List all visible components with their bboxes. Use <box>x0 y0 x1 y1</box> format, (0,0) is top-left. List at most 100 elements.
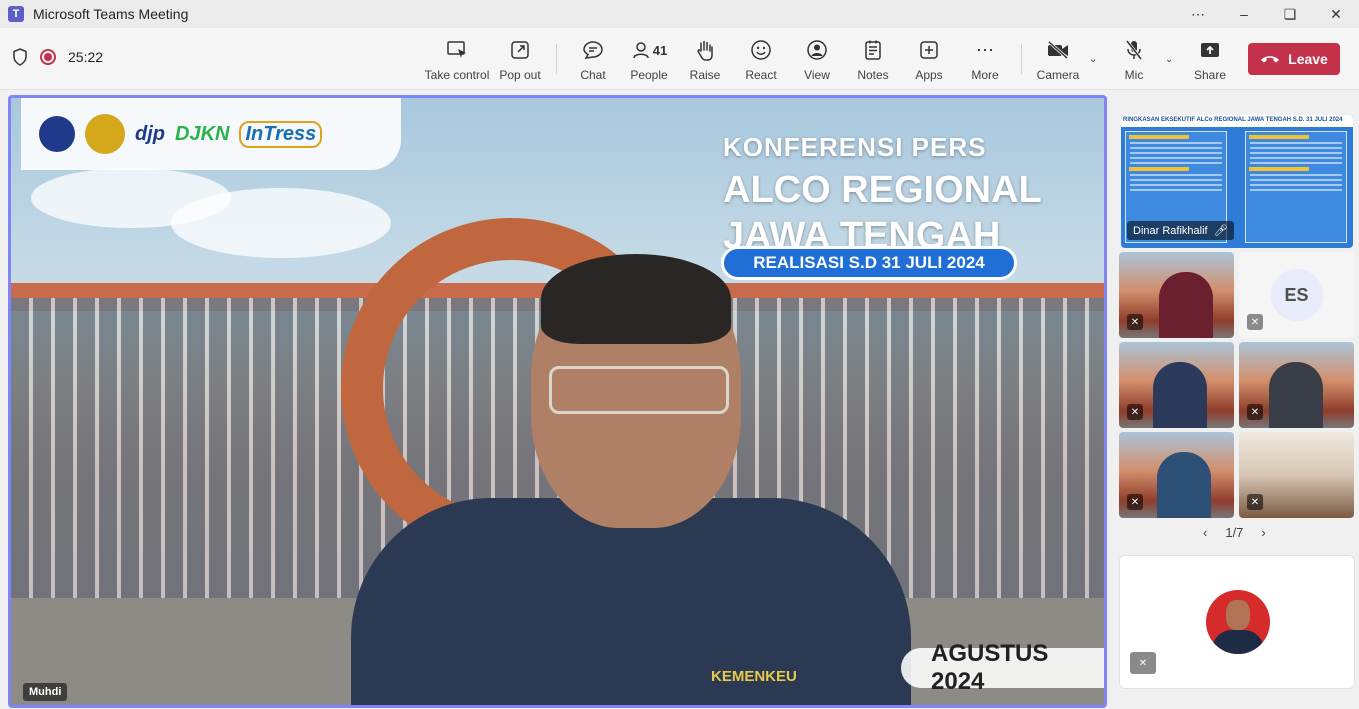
headline-small: KONFERENSI PERS <box>723 132 987 162</box>
kemenkeu-emblem-icon <box>39 116 75 152</box>
slide-column <box>1245 131 1347 243</box>
notes-icon <box>863 38 883 62</box>
self-view-tile[interactable]: ✕ <box>1119 555 1355 689</box>
smiley-icon <box>750 38 772 62</box>
date-banner: AGUSTUS 2024 <box>901 640 1104 695</box>
mic-off-icon: 🎤︎ <box>1213 225 1228 237</box>
window-title: Microsoft Teams Meeting <box>33 6 189 22</box>
pop-out-icon <box>510 38 530 62</box>
treasury-emblem-icon <box>85 114 125 154</box>
speaker-name-tag: Muhdi <box>23 683 68 701</box>
speaker-glasses <box>549 366 729 414</box>
title-bar: T Microsoft Teams Meeting ⋯ – ❏ ✕ <box>0 0 1359 28</box>
camera-button[interactable]: Camera <box>1028 38 1088 84</box>
take-control-label: Take control <box>424 68 490 82</box>
next-page-chevron-icon[interactable]: › <box>1261 525 1265 540</box>
share-icon <box>1199 38 1221 62</box>
camera-off-icon <box>1046 38 1070 62</box>
mic-off-icon <box>1124 38 1144 62</box>
people-button[interactable]: 41 People <box>619 38 679 84</box>
more-options-icon[interactable]: ⋯ <box>1175 0 1221 28</box>
view-icon <box>806 38 828 62</box>
notes-button[interactable]: Notes <box>843 38 903 84</box>
view-button[interactable]: View <box>787 38 847 84</box>
share-label: Share <box>1193 68 1227 82</box>
mic-off-icon: ✕ <box>1247 314 1263 330</box>
participant-name-tag: Dinar Rafikhalif 🎤︎ <box>1127 221 1234 240</box>
participant-avatar-tile[interactable]: ES ✕ <box>1239 252 1354 338</box>
teams-app-icon: T <box>8 6 24 22</box>
share-button[interactable]: Share <box>1180 38 1240 84</box>
pop-out-label: Pop out <box>499 68 541 82</box>
gallery-pager: ‹ 1/7 › <box>1203 525 1266 540</box>
hang-up-icon <box>1261 56 1280 63</box>
shared-content-tile[interactable]: RINGKASAN EKSEKUTIF ALCo REGIONAL JAWA T… <box>1121 115 1353 248</box>
meeting-stage: djp DJKN InTress KONFERENSI PERS ALCO RE… <box>0 91 1359 709</box>
apps-label: Apps <box>915 68 943 82</box>
speaker-hair <box>541 254 731 344</box>
take-control-icon <box>446 38 468 62</box>
mic-label: Mic <box>1124 68 1144 82</box>
minimize-button[interactable]: – <box>1221 0 1267 28</box>
more-dots-icon: ⋯ <box>976 39 994 60</box>
shared-slide-title: RINGKASAN EKSEKUTIF ALCo REGIONAL JAWA T… <box>1121 115 1353 127</box>
previous-page-chevron-icon[interactable]: ‹ <box>1203 525 1207 540</box>
chat-label: Chat <box>580 68 606 82</box>
mic-button[interactable]: Mic <box>1104 38 1164 84</box>
close-button[interactable]: ✕ <box>1313 0 1359 28</box>
chat-button[interactable]: Chat <box>563 38 623 84</box>
intress-logo: InTress <box>239 120 323 148</box>
pop-out-button[interactable]: Pop out <box>490 38 550 84</box>
djp-logo: djp <box>135 122 165 145</box>
more-button[interactable]: ⋯ More <box>955 38 1015 84</box>
participant-room-tile[interactable]: ✕ <box>1239 432 1354 518</box>
leave-button[interactable]: Leave <box>1248 43 1340 75</box>
toolbar-divider <box>1021 44 1022 74</box>
background-cloud <box>171 188 391 258</box>
logo-panel: djp DJKN InTress <box>21 98 401 170</box>
participant-video-tile[interactable]: ✕ <box>1119 342 1234 428</box>
raise-hand-button[interactable]: Raise <box>675 38 735 84</box>
page-indicator: 1/7 <box>1225 525 1244 540</box>
participant-video-tile[interactable]: ✕ <box>1119 252 1234 338</box>
mic-options-chevron-icon[interactable]: ⌄ <box>1165 54 1173 65</box>
raise-hand-icon <box>695 38 715 62</box>
camera-label: Camera <box>1036 68 1080 82</box>
speaker-person: KEMENKEU <box>351 254 911 705</box>
mic-off-icon: ✕ <box>1247 404 1263 420</box>
headline: KONFERENSI PERS ALCO REGIONAL JAWA TENGA… <box>723 132 1042 255</box>
mic-off-icon: ✕ <box>1130 652 1156 674</box>
take-control-button[interactable]: Take control <box>424 38 490 84</box>
meeting-status: 25:22 <box>12 48 103 66</box>
react-label: React <box>745 68 777 82</box>
main-video-tile[interactable]: djp DJKN InTress KONFERENSI PERS ALCO RE… <box>8 95 1107 708</box>
participant-name: Dinar Rafikhalif <box>1133 224 1208 237</box>
leave-label: Leave <box>1288 51 1328 67</box>
participant-video-tile[interactable]: ✕ <box>1239 342 1354 428</box>
people-icon: 41 <box>631 38 667 62</box>
add-apps-icon <box>919 38 939 62</box>
meeting-timer: 25:22 <box>68 49 104 65</box>
window-controls: ⋯ – ❏ ✕ <box>1175 0 1359 28</box>
speaker-shirt <box>351 498 911 705</box>
participant-video-tile[interactable]: ✕ <box>1119 432 1234 518</box>
shield-icon[interactable] <box>12 48 28 66</box>
participant-panel: RINGKASAN EKSEKUTIF ALCo REGIONAL JAWA T… <box>1115 91 1359 709</box>
apps-button[interactable]: Apps <box>899 38 959 84</box>
more-label: More <box>971 68 999 82</box>
mic-off-icon: ✕ <box>1247 494 1263 510</box>
shirt-logo-text: KEMENKEU <box>711 668 797 685</box>
view-label: View <box>804 68 830 82</box>
participant-person <box>1157 452 1211 518</box>
maximize-button[interactable]: ❏ <box>1267 0 1313 28</box>
react-button[interactable]: React <box>731 38 791 84</box>
recording-icon <box>40 49 56 65</box>
people-label: People <box>630 68 668 82</box>
camera-options-chevron-icon[interactable]: ⌄ <box>1089 54 1097 65</box>
self-profile-avatar <box>1206 590 1270 654</box>
meeting-toolbar: 25:22 Take control Pop out Chat 41 Peopl… <box>0 28 1359 90</box>
mic-off-icon: ✕ <box>1127 494 1143 510</box>
headline-line1: ALCO REGIONAL <box>723 169 1042 211</box>
participant-person <box>1153 362 1207 428</box>
chat-icon <box>582 38 604 62</box>
